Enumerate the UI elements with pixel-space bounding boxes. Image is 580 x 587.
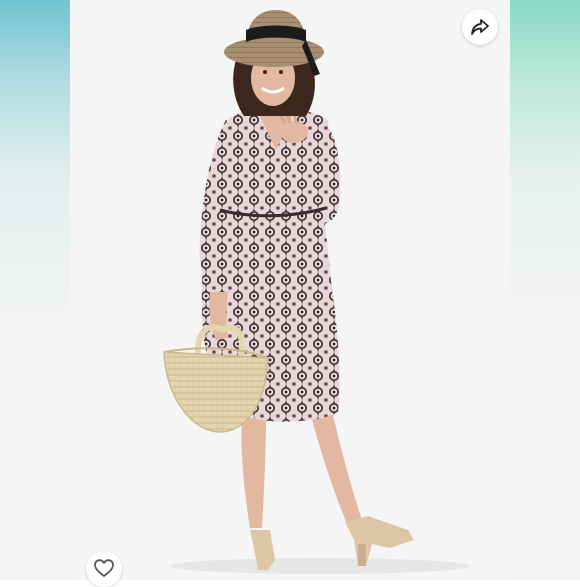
listing-photo (70, 0, 510, 580)
like-button[interactable] (86, 551, 122, 587)
heart-outline-icon (94, 559, 114, 577)
photo-illustration (70, 0, 510, 580)
share-arrow-icon (471, 19, 489, 35)
share-button[interactable] (462, 9, 498, 45)
left-blur-panel (0, 0, 70, 580)
right-blur-panel (510, 0, 580, 580)
